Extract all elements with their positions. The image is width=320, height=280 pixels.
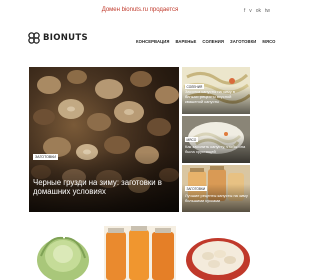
side-article-title[interactable]: Как засолить капусту, чтобы она была хру… [185, 144, 248, 155]
domain-sale-link[interactable]: Домен bionuts.ru продается [0, 7, 280, 13]
nav-item-soleniya[interactable]: СОЛЕНИЯ [202, 39, 224, 44]
hero-category-badge[interactable]: ЗАГОТОВКИ [33, 154, 59, 160]
site-header: BIONUTS КОНСЕРВАЦИЯ ВАРЕНЬЕ СОЛЕНИЯ ЗАГО… [0, 22, 280, 60]
facebook-icon[interactable]: f [244, 9, 245, 14]
social-links: f v ok tw [244, 9, 270, 14]
nav-item-zagotovki[interactable]: ЗАГОТОВКИ [230, 39, 256, 44]
side-article-title[interactable]: Лучшие рецепты капусты на зиму большими … [185, 193, 248, 204]
article-thumbnail[interactable] [104, 226, 176, 280]
jars-image [104, 226, 176, 280]
nav-item-konservatsiya[interactable]: КОНСЕРВАЦИЯ [136, 39, 169, 44]
side-article[interactable]: МЯСО Как засолить капусту, чтобы она был… [182, 116, 250, 163]
main-nav: КОНСЕРВАЦИЯ ВАРЕНЬЕ СОЛЕНИЯ ЗАГОТОВКИ МЯ… [136, 39, 276, 44]
cabbage-image [29, 226, 101, 280]
logo-icon [28, 32, 40, 44]
hero-article[interactable]: ЗАГОТОВКИ Черные грузди на зиму: заготов… [29, 67, 179, 212]
nav-item-myaso[interactable]: МЯСО [262, 39, 275, 44]
article-thumbnail[interactable] [29, 226, 101, 280]
vk-icon[interactable]: v [249, 9, 252, 14]
side-article-title[interactable]: Засолка капусты на зиму в банках: рецепт… [185, 89, 248, 104]
side-category-badge[interactable]: ЗАГОТОВКИ [185, 186, 207, 191]
side-category-badge[interactable]: МЯСО [185, 137, 198, 142]
dumplings-image [180, 226, 252, 280]
side-article[interactable]: СОЛЕНИЯ Засолка капусты на зиму в банках… [182, 67, 250, 114]
side-article[interactable]: ЗАГОТОВКИ Лучшие рецепты капусты на зиму… [182, 165, 250, 212]
hero-article-title[interactable]: Черные грузди на зиму: заготовки в домаш… [33, 178, 175, 196]
logo-text: BIONUTS [43, 33, 88, 43]
article-thumbnail[interactable] [180, 226, 252, 280]
top-bar: Домен bionuts.ru продается f v ok tw [0, 0, 280, 22]
site-logo[interactable]: BIONUTS [28, 32, 88, 44]
twitter-icon[interactable]: tw [265, 9, 270, 14]
nav-item-varenye[interactable]: ВАРЕНЬЕ [175, 39, 196, 44]
ok-icon[interactable]: ok [256, 9, 261, 14]
